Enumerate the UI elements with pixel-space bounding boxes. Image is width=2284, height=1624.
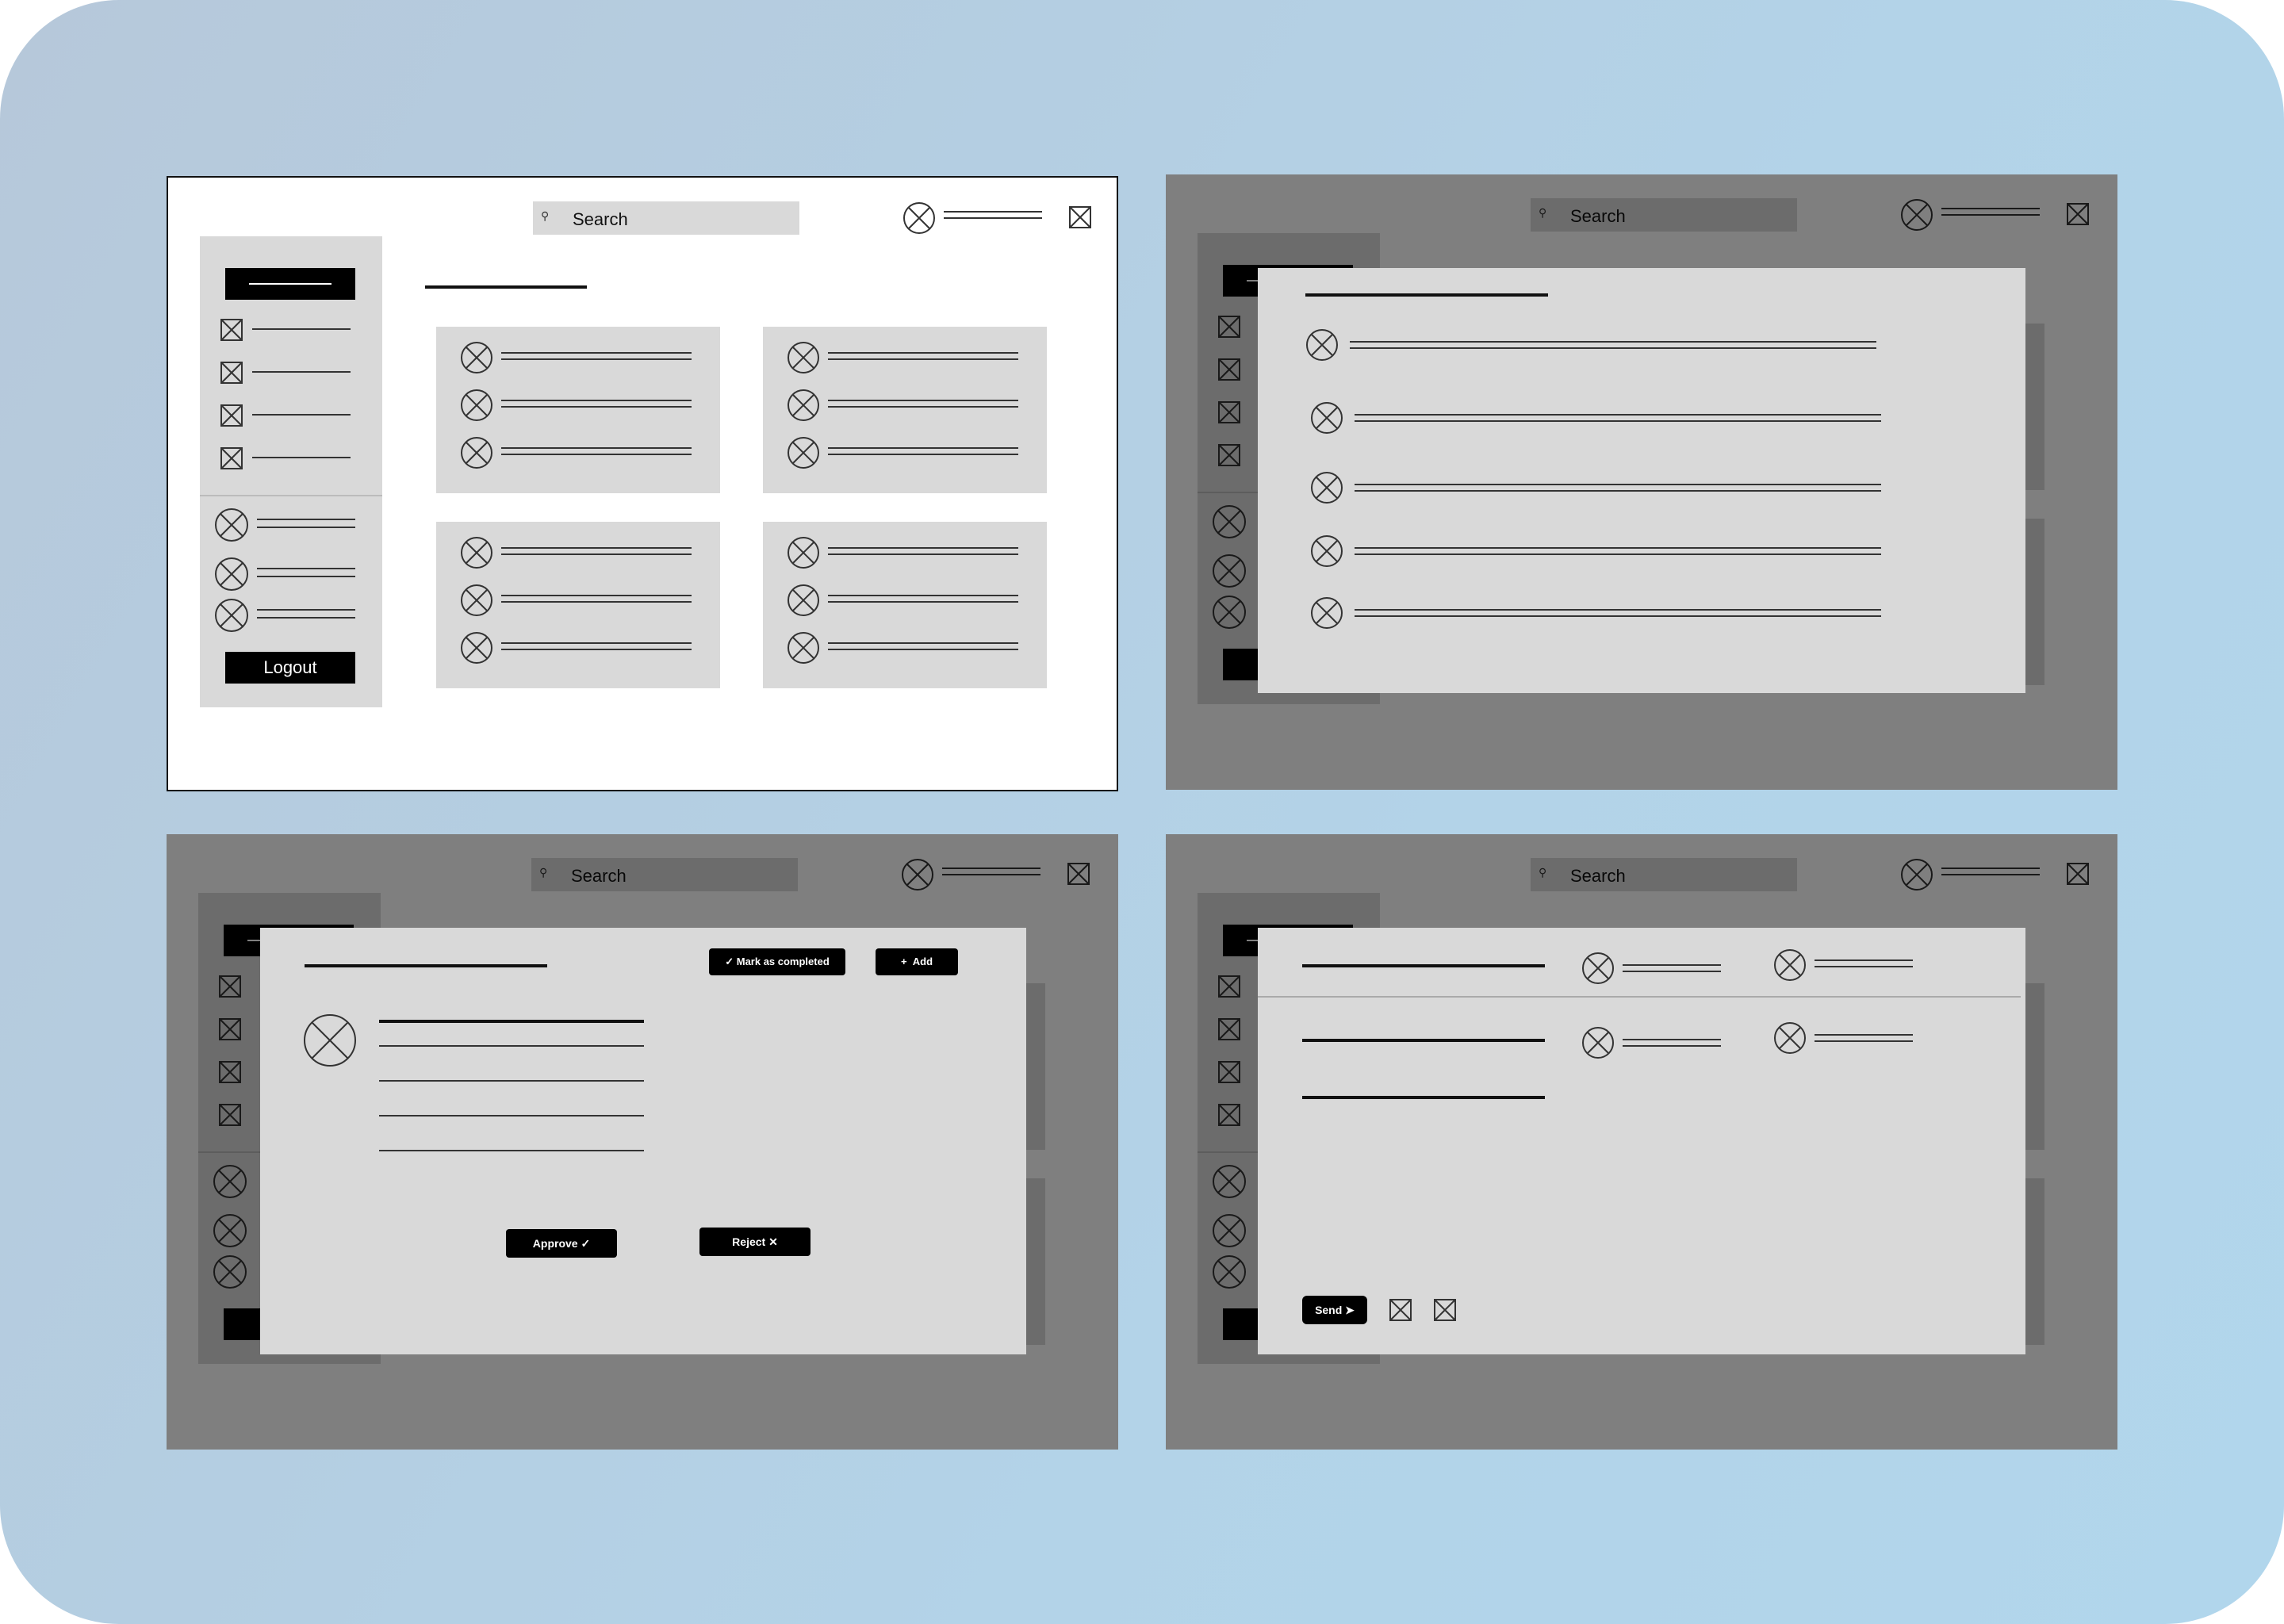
- send-arrow-icon: ➤: [1342, 1304, 1355, 1316]
- avatar-icon: [304, 1014, 356, 1067]
- sidebar-item-2[interactable]: [220, 362, 351, 384]
- avatar-icon: [461, 342, 492, 373]
- attach-image-icon[interactable]: [1389, 1299, 1412, 1321]
- sidebar-contact-3[interactable]: [214, 598, 355, 633]
- frame-message-modal: ⚲ Search: [1166, 834, 2117, 1450]
- dashboard-card[interactable]: [763, 522, 1047, 688]
- sidebar-item-3[interactable]: [220, 404, 351, 427]
- page-title-placeholder: [425, 285, 587, 289]
- dashboard-card[interactable]: [763, 327, 1047, 493]
- avatar-icon: [788, 584, 819, 616]
- modal-title-placeholder: [1305, 293, 1548, 297]
- list-row[interactable]: [1310, 596, 1881, 630]
- check-icon: ✓: [577, 1237, 591, 1250]
- image-placeholder-icon: [220, 319, 243, 341]
- dashboard-card[interactable]: [436, 327, 720, 493]
- user-name-placeholder: [944, 211, 1042, 219]
- frame-approval-modal: ⚲ Search: [167, 834, 1118, 1450]
- frame-list-modal: ⚲ Search: [1166, 174, 2117, 790]
- detail-heading-placeholder: [379, 1020, 644, 1023]
- list-modal: [1258, 268, 2025, 693]
- avatar-icon[interactable]: [902, 201, 936, 235]
- recipient-chip[interactable]: [1581, 952, 1721, 985]
- list-row[interactable]: [1310, 401, 1881, 435]
- list-row[interactable]: [1310, 471, 1881, 504]
- avatar-icon: [1774, 949, 1806, 981]
- avatar-icon: [788, 389, 819, 421]
- presentation-background: ⚲ Search Logout ✓ Mark as completed + Ad…: [0, 0, 2284, 1624]
- avatar-icon: [1311, 535, 1343, 567]
- image-placeholder-icon: [220, 447, 243, 469]
- avatar-icon: [788, 342, 819, 373]
- detail-line: [379, 1045, 644, 1047]
- reject-button[interactable]: Reject ✕: [699, 1228, 811, 1256]
- avatar-icon: [215, 599, 248, 632]
- sidebar-contact-1[interactable]: [214, 508, 355, 542]
- avatar-icon: [1311, 472, 1343, 504]
- avatar-icon: [461, 632, 492, 664]
- avatar-icon: [1311, 402, 1343, 434]
- sidebar: Logout: [200, 236, 382, 707]
- sidebar-contact-2[interactable]: [214, 557, 355, 592]
- app-shell: ⚲ Search Logout: [168, 178, 1117, 790]
- detail-line: [379, 1115, 644, 1116]
- list-row[interactable]: [1305, 328, 1876, 362]
- avatar-icon: [788, 537, 819, 569]
- recipient-chip[interactable]: [1773, 948, 1913, 982]
- avatar-icon: [461, 537, 492, 569]
- modal-divider: [1258, 996, 2021, 998]
- avatar-icon: [1311, 597, 1343, 629]
- recipient-chip[interactable]: [1581, 1026, 1721, 1059]
- avatar-icon: [1306, 329, 1338, 361]
- avatar-icon: [461, 389, 492, 421]
- mark-completed-button[interactable]: ✓ Mark as completed: [709, 948, 845, 975]
- avatar-icon: [461, 584, 492, 616]
- search-placeholder: Search: [573, 209, 628, 229]
- avatar-icon: [1582, 1027, 1614, 1059]
- sidebar-divider: [200, 495, 382, 496]
- image-placeholder-icon: [220, 404, 243, 427]
- attach-file-icon[interactable]: [1434, 1299, 1456, 1321]
- modal-title-placeholder: [305, 964, 547, 967]
- frame-dashboard: ⚲ Search Logout: [167, 176, 1118, 791]
- message-modal: Send ➤: [1258, 928, 2025, 1354]
- list-row[interactable]: [1310, 534, 1881, 568]
- logout-button[interactable]: Logout: [225, 652, 355, 684]
- avatar-icon: [215, 557, 248, 591]
- search-icon: ⚲: [541, 209, 550, 222]
- sidebar-item-4[interactable]: [220, 447, 351, 469]
- detail-line: [379, 1080, 644, 1082]
- avatar-icon: [215, 508, 248, 542]
- sidebar-header-button[interactable]: [225, 268, 355, 300]
- avatar-icon: [461, 437, 492, 469]
- image-placeholder-icon: [220, 362, 243, 384]
- approval-modal: ✓ Mark as completed + Add Approve ✓ Reje…: [260, 928, 1026, 1354]
- add-button[interactable]: + Add: [876, 948, 958, 975]
- modal-title-placeholder: [1302, 964, 1545, 967]
- recipient-chip[interactable]: [1773, 1021, 1913, 1055]
- dashboard-card[interactable]: [436, 522, 720, 688]
- avatar-icon: [788, 437, 819, 469]
- detail-line: [379, 1150, 644, 1151]
- avatar-icon: [1582, 952, 1614, 984]
- check-icon: ✓: [725, 956, 737, 967]
- avatar-icon: [1774, 1022, 1806, 1054]
- search-input[interactable]: ⚲ Search: [533, 201, 799, 235]
- plus-icon: +: [900, 956, 913, 967]
- close-icon: ✕: [765, 1235, 778, 1248]
- avatar-icon: [788, 632, 819, 664]
- sidebar-item-1[interactable]: [220, 319, 351, 341]
- approve-button[interactable]: Approve ✓: [506, 1229, 617, 1258]
- field-placeholder: [1302, 1096, 1545, 1099]
- field-placeholder: [1302, 1039, 1545, 1042]
- send-button[interactable]: Send ➤: [1302, 1296, 1367, 1324]
- notification-icon[interactable]: [1069, 206, 1091, 228]
